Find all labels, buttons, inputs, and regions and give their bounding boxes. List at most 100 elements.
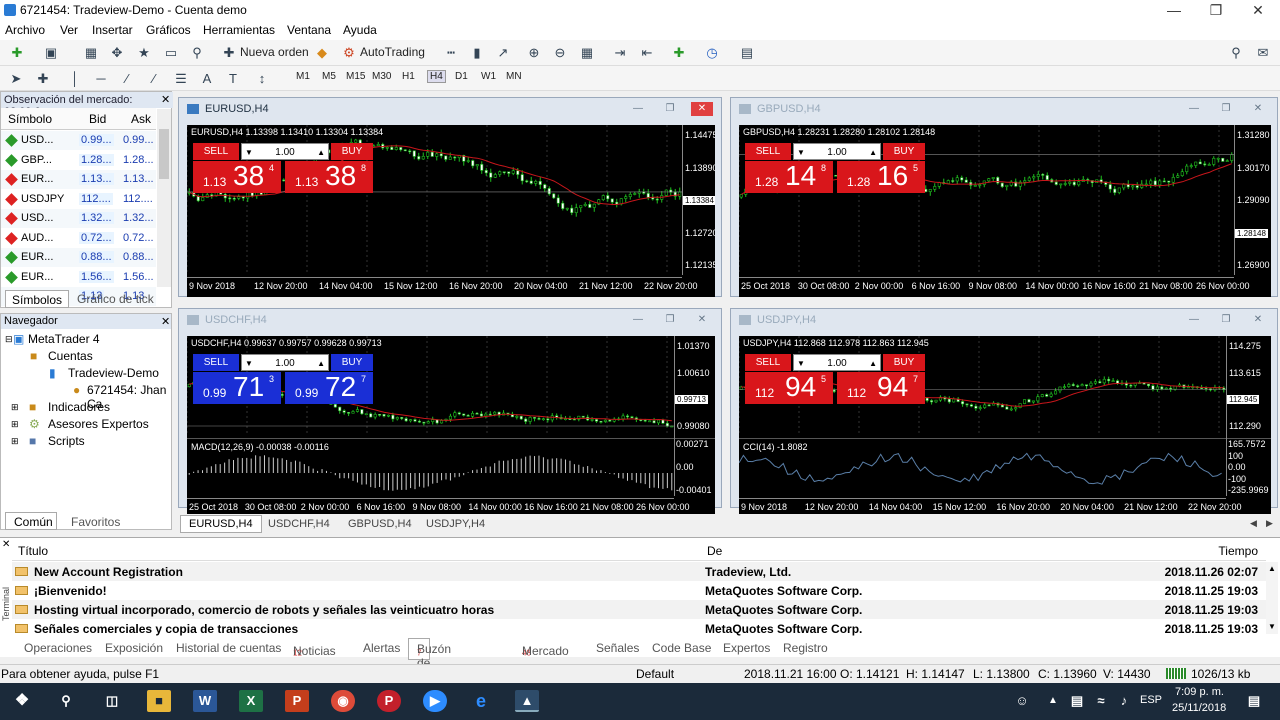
market-watch-row[interactable]: AUD... 0.72... 0.72... <box>1 228 156 248</box>
sell-button[interactable]: SELL <box>193 143 239 160</box>
channel-icon[interactable]: ∕ <box>145 70 163 88</box>
minimize-button[interactable]: — <box>1154 0 1194 20</box>
nav-indicadores[interactable]: Indicadores <box>48 400 110 414</box>
lot-up-icon[interactable]: ▲ <box>869 355 877 372</box>
tf-h4[interactable]: H4 <box>427 70 446 83</box>
edge-icon[interactable]: e <box>469 690 493 712</box>
fibonacci-icon[interactable]: ☰ <box>172 70 190 88</box>
tab-senales[interactable]: Señales <box>596 641 639 655</box>
buy-price-display[interactable]: 1.13 38 8 <box>285 160 373 193</box>
mail-row[interactable]: ¡Bienvenido! MetaQuotes Software Corp. 2… <box>12 581 1266 600</box>
auto-scroll-icon[interactable]: ⇥ <box>611 44 629 62</box>
buy-button[interactable]: BUY <box>331 143 373 160</box>
mail-row[interactable]: New Account Registration Tradeview, Ltd.… <box>12 562 1266 581</box>
buy-price-display[interactable]: 1.28 16 5 <box>837 160 925 193</box>
market-watch-row[interactable]: EUR... 1.13... 1.13... <box>1 170 156 189</box>
market-watch-row[interactable]: USD... 1.32... 1.32... <box>1 209 156 228</box>
navigator-tab-common[interactable]: Común <box>5 512 57 530</box>
tab-scroll-right-icon[interactable]: ▶ <box>1266 518 1273 529</box>
lot-up-icon[interactable]: ▲ <box>317 355 325 372</box>
sell-button[interactable]: SELL <box>745 354 791 371</box>
navigator-close-icon[interactable]: ✕ <box>161 315 170 328</box>
wifi-icon[interactable]: ≈ <box>1089 690 1113 712</box>
people-icon[interactable]: ☺ <box>1010 690 1034 712</box>
scroll-down-icon[interactable]: ▼ <box>1268 622 1276 631</box>
nav-asesores[interactable]: Asesores Expertos <box>48 417 149 431</box>
chart-plot[interactable]: CCI(14) -1.8082 165.7572 100 0.00 -100 -235.9… <box>739 336 1271 518</box>
menu-ventana[interactable]: Ventana <box>287 23 331 37</box>
chart-shift-icon[interactable]: ⇤ <box>638 44 656 62</box>
chart-minimize-button[interactable]: — <box>627 313 649 327</box>
col-ask[interactable]: Ask <box>131 112 151 126</box>
sell-button[interactable]: SELL <box>193 354 239 371</box>
market-watch-row[interactable]: USDJPY 112.... 112.... <box>1 189 156 209</box>
chrome-icon[interactable]: ◉ <box>331 690 355 712</box>
col-bid[interactable]: Bid <box>89 112 106 126</box>
nav-metatrader[interactable]: MetaTrader 4 <box>28 332 100 346</box>
market-watch-row[interactable]: EUR... 1.56... 1.56... <box>1 267 156 287</box>
chart-minimize-button[interactable]: — <box>1183 102 1205 116</box>
navigator-icon[interactable]: ★ <box>135 44 153 62</box>
zoom-out-icon[interactable]: ⊖ <box>551 44 569 62</box>
chart-window-gbpusd[interactable]: GBPUSD,H4 — ❐ ✕ GBPUSD,H4 1.28231 1.2828… <box>730 97 1278 297</box>
file-explorer-icon[interactable]: ■ <box>147 690 171 712</box>
windows-start-icon[interactable]: ❖ <box>10 690 34 712</box>
powerpoint-icon[interactable]: P <box>285 690 309 712</box>
new-chart-icon[interactable]: ✚ <box>8 44 26 62</box>
text-label-icon[interactable]: T <box>224 70 242 88</box>
chart-tab-usdjpy[interactable]: USDJPY,H4 <box>426 518 485 530</box>
volume-icon[interactable]: ♪ <box>1112 690 1136 712</box>
clock-time[interactable]: 7:09 p. m. <box>1175 686 1224 698</box>
tf-m30[interactable]: M30 <box>372 71 391 82</box>
market-watch-scrollbar[interactable] <box>157 109 171 287</box>
clock-date[interactable]: 25/11/2018 <box>1172 702 1226 714</box>
chart-maximize-button[interactable]: ❐ <box>1215 102 1237 116</box>
metatrader-task-icon[interactable]: ▲ <box>515 690 539 712</box>
tree-expand-icon[interactable]: ⊞ <box>11 402 19 413</box>
periods-icon[interactable]: ◷ <box>703 44 721 62</box>
chart-plot[interactable]: GBPUSD,H4 1.28231 1.28280 1.28102 1.2814… <box>739 125 1271 297</box>
sell-price-display[interactable]: 112 94 5 <box>745 371 833 404</box>
buy-button[interactable]: BUY <box>883 354 925 371</box>
chart-maximize-button[interactable]: ❐ <box>659 102 681 116</box>
lot-size-input[interactable]: ▼ 1.00 ▲ <box>793 143 881 160</box>
vertical-line-icon[interactable]: │ <box>66 70 84 88</box>
tab-buzon[interactable]: Buzón de correo7 <box>408 638 451 684</box>
buy-price-display[interactable]: 112 94 7 <box>837 371 925 404</box>
chart-window-usdjpy[interactable]: USDJPY,H4 — ❐ ✕ CCI(14) -1.8082 165.7572 1… <box>730 308 1278 518</box>
horizontal-line-icon[interactable]: ─ <box>92 70 110 88</box>
tray-chevron-icon[interactable]: ▲ <box>1041 690 1065 712</box>
tab-codebase[interactable]: Code Base <box>652 641 711 655</box>
market-watch-row[interactable]: EUR... 0.88... 0.88... <box>1 248 156 267</box>
tree-expand-icon[interactable]: ⊞ <box>11 419 19 430</box>
zoom-in-icon[interactable]: ⊕ <box>525 44 543 62</box>
close-button[interactable]: ✕ <box>1238 0 1278 20</box>
trendline-icon[interactable]: ∕ <box>118 70 136 88</box>
sell-button[interactable]: SELL <box>745 143 791 160</box>
chart-window-eurusd[interactable]: EURUSD,H4 — ❐ ✕ EURUSD,H4 1.13398 1.1341… <box>178 97 722 297</box>
chart-tab-eurusd[interactable]: EURUSD,H4 <box>180 515 262 533</box>
chart-plot[interactable]: MACD(12,26,9) -0.00038 -0.00116 0.00271 0.… <box>187 336 715 518</box>
market-watch-tab-tick[interactable]: Gráfico de tick <box>73 290 158 308</box>
tab-registro[interactable]: Registro <box>783 641 828 655</box>
arrows-icon[interactable]: ↕ <box>253 70 271 88</box>
notifications-icon[interactable]: ▤ <box>1242 690 1266 712</box>
metaeditor-icon[interactable]: ◆ <box>313 44 331 62</box>
sell-price-display[interactable]: 1.13 38 4 <box>193 160 281 193</box>
autotrading-button[interactable]: AutoTrading <box>360 45 425 59</box>
buy-price-display[interactable]: 0.99 72 7 <box>285 371 373 404</box>
col-from[interactable]: De <box>707 544 722 558</box>
indicators-icon[interactable]: ✚ <box>670 44 688 62</box>
tree-expand-icon[interactable]: ⊟ <box>5 334 13 345</box>
chart-close-button[interactable]: ✕ <box>691 102 713 116</box>
lot-down-icon[interactable]: ▼ <box>797 144 805 161</box>
crosshair-icon[interactable]: ✚ <box>34 70 52 88</box>
tab-expertos[interactable]: Expertos <box>723 641 770 655</box>
nav-cuentas[interactable]: Cuentas <box>48 349 93 363</box>
tab-historial[interactable]: Historial de cuentas <box>176 641 281 655</box>
maximize-button[interactable]: ❐ <box>1196 0 1236 20</box>
menu-ver[interactable]: Ver <box>60 23 78 37</box>
menu-insertar[interactable]: Insertar <box>92 23 133 37</box>
scroll-up-icon[interactable]: ▲ <box>1268 564 1276 573</box>
language-indicator[interactable]: ESP <box>1140 694 1162 706</box>
